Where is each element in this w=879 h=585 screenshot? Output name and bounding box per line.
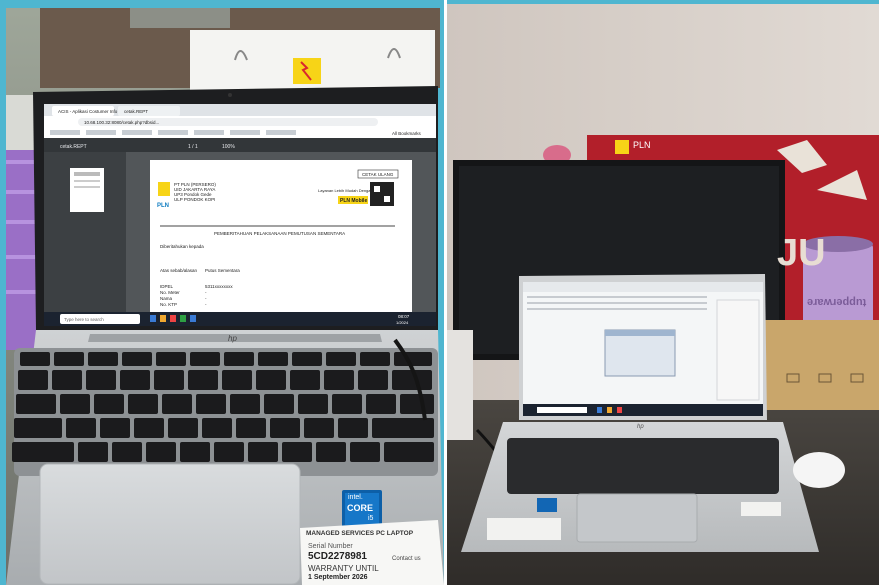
taskbar-search[interactable]: Type here to search — [64, 317, 104, 322]
box-brand-text: PLN — [633, 140, 651, 150]
label-kepada: Diberitahukan kepada — [160, 244, 204, 249]
intel-brand: intel. — [348, 494, 363, 501]
mobile-brand: PLN Mobile — [340, 198, 367, 204]
browser-tab-2[interactable]: cetak.REPT — [124, 109, 148, 114]
address-bar[interactable]: 10.68.100.32:8080/cetak.php?dbsid... — [84, 120, 159, 125]
hp-logo-right: hp — [637, 424, 644, 430]
sticker-serial: 5CD2278981 — [308, 551, 367, 562]
sticker-warranty: WARRANTY UNTIL — [308, 564, 379, 573]
earbuds-case — [793, 452, 845, 488]
intel-line: CORE — [347, 503, 374, 513]
value-sebab: Putus Sementara — [205, 268, 240, 273]
sticker-date: 1 September 2026 — [308, 574, 368, 581]
pdf-zoom[interactable]: 100% — [222, 144, 235, 150]
row-label-1: IDPEL — [160, 284, 174, 289]
pdf-file-name: cetak.REPT — [60, 144, 87, 150]
label-sebab: Atas sebab/alasan — [160, 268, 198, 273]
left-device — [447, 330, 473, 440]
sticker-title: MANAGED SERVICES PC LAPTOP — [306, 530, 414, 537]
cardboard-box — [763, 320, 879, 410]
box-large-text: JU — [777, 232, 826, 274]
mobile-caption: Layanan Lebih Mudah Dengan — [318, 188, 373, 193]
company-line-4: ULP PONDOK KOPI — [174, 197, 215, 202]
right-photo-scene — [447, 0, 879, 585]
taskbar-date: 1/2024 — [396, 320, 409, 325]
left-photo: ACIS - Aplikasi Costumer Info cetak.REPT… — [0, 0, 444, 585]
laptop-lid-right — [519, 274, 767, 420]
left-photo-scene: ACIS - Aplikasi Costumer Info cetak.REPT… — [0, 0, 444, 585]
document-heading: PEMBERITAHUAN PELAKSANAAN PEMUTUSAN SEME… — [214, 231, 345, 236]
cup-text: tupperware — [807, 296, 867, 308]
hp-logo-left: hp — [228, 334, 237, 343]
right-photo: PLN JU tupperware hp — [447, 0, 879, 585]
laptop-screen — [44, 104, 436, 326]
cetak-ulang-button[interactable]: CETAK ULANG — [362, 172, 394, 177]
pdf-page-counter: 1 / 1 — [188, 144, 198, 150]
pln-logo-text: PLN — [157, 203, 169, 209]
trackpad — [39, 463, 301, 585]
sticker-contact: Contact us — [392, 556, 421, 562]
row-label-4: No. KTP — [160, 302, 177, 307]
row-value-1: 5311xxxxxxxx — [205, 284, 233, 289]
sticker-serial-label: Serial Number — [308, 543, 353, 550]
taskbar-time: 08:07 — [398, 314, 410, 319]
row-label-3: Nama — [160, 296, 173, 301]
intel-tier: i5 — [368, 515, 374, 522]
row-label-2: No. Meter — [160, 290, 180, 295]
laptop-deck-right — [461, 422, 819, 552]
browser-tab-1[interactable]: ACIS - Aplikasi Costumer Info — [58, 109, 118, 114]
all-bookmarks[interactable]: All Bookmarks — [392, 131, 422, 136]
